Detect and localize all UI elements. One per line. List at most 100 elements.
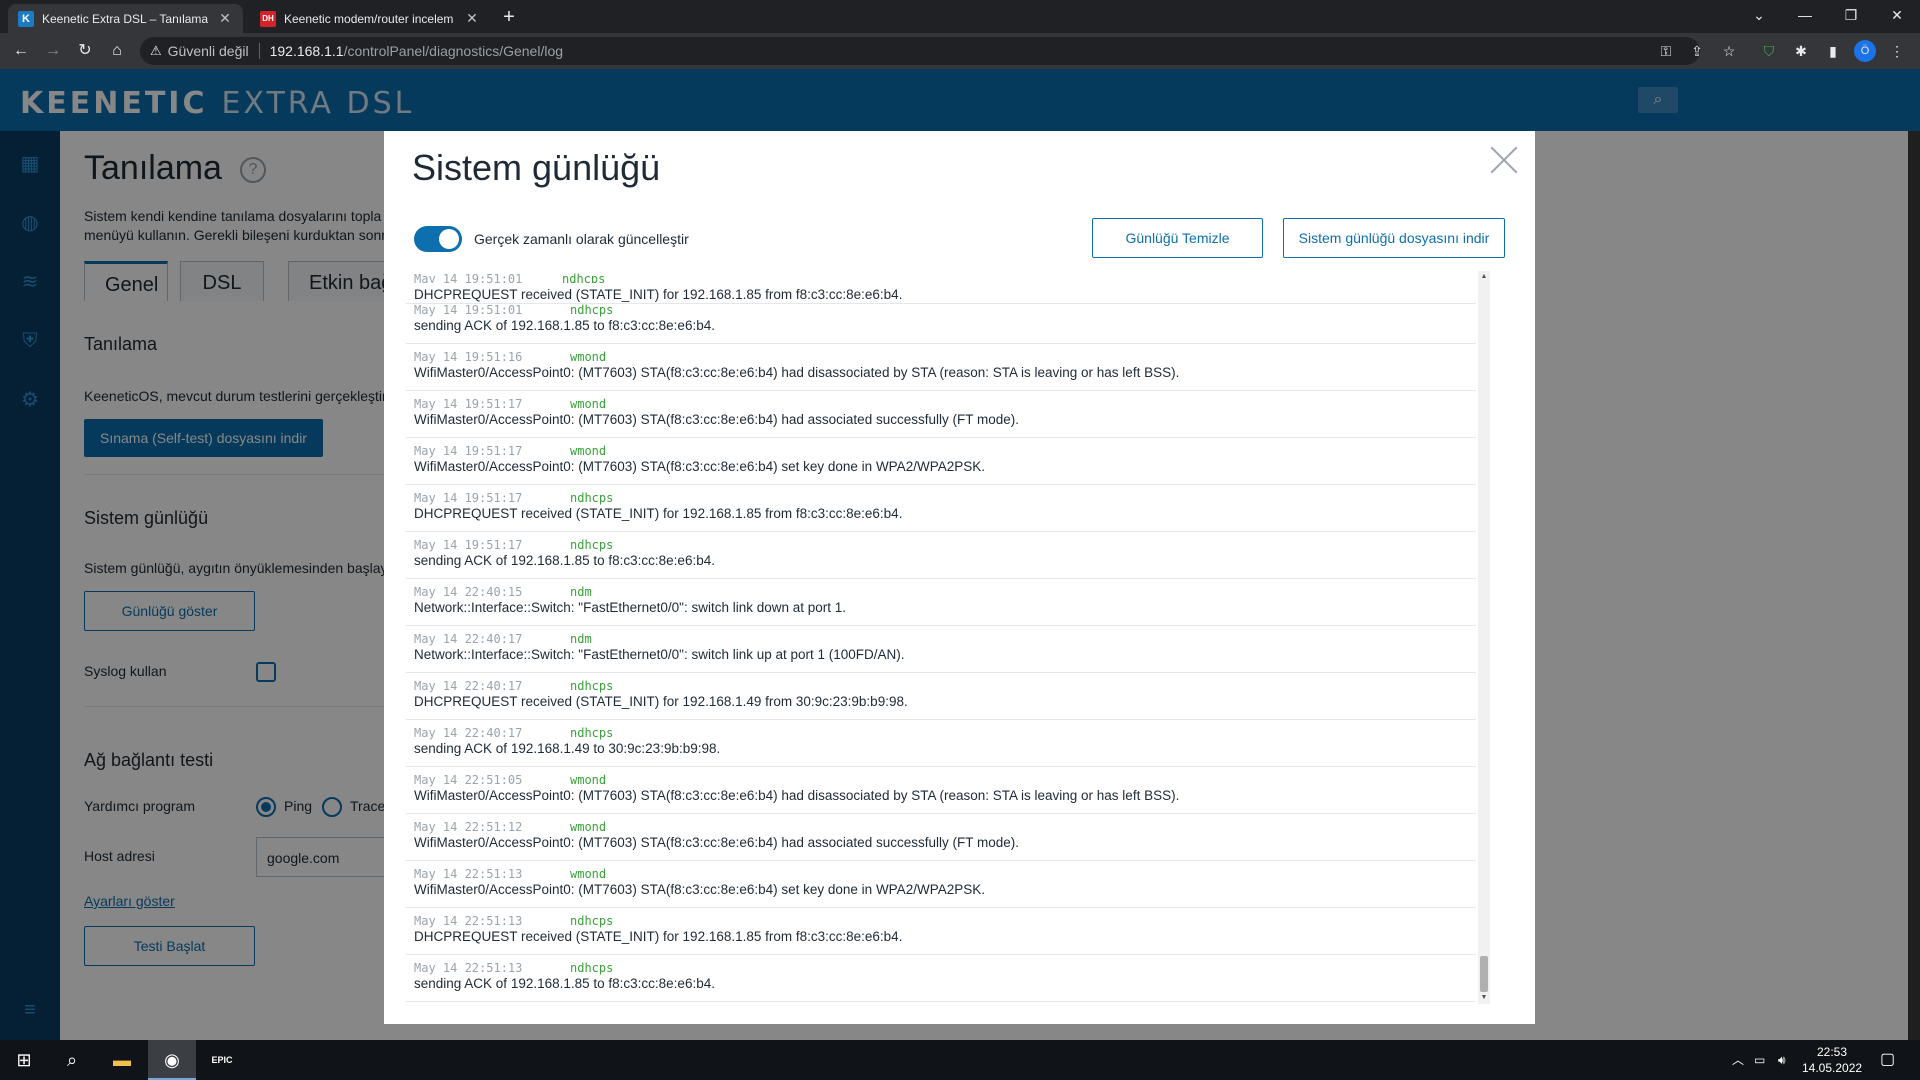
log-time: May 14 22:40:17 [414, 726, 523, 740]
log-time: May 14 22:40:17 [414, 632, 523, 646]
system-clock[interactable]: 22:53 14.05.2022 [1802, 1044, 1862, 1076]
epic-games-icon[interactable]: EPIC [198, 1040, 246, 1080]
extensions-puzzle-icon[interactable]: ✱ [1790, 40, 1812, 62]
log-time: May 14 22:51:13 [414, 914, 523, 928]
log-meta [414, 271, 1476, 283]
close-window-icon[interactable]: ✕ [1874, 0, 1920, 33]
log-time: May 14 19:51:17 [414, 397, 523, 411]
log-process: ndhcps [570, 538, 614, 552]
network-icon[interactable]: ▭ [1754, 1040, 1765, 1080]
tab-keenetic-diagnostics[interactable]: K Keenetic Extra DSL – Tanılama ✕ [8, 4, 243, 33]
realtime-update-toggle[interactable] [414, 226, 462, 252]
profile-avatar[interactable]: Ö [1854, 40, 1876, 62]
menu-kebab-icon[interactable]: ⋮ [1886, 40, 1908, 62]
log-process: ndm [570, 632, 592, 646]
log-entry: May 14 22:40:17 ndhcps sending ACK of 192.… [406, 720, 1476, 767]
windows-taskbar: ⊞ ⌕ ▬ ◉ EPIC ︿ ▭ 🔊︎ 22:53 14.05.2022 ▢ [0, 1040, 1920, 1080]
browser-tab-strip: K Keenetic Extra DSL – Tanılama ✕ DH Kee… [0, 0, 1920, 33]
close-tab-icon[interactable]: ✕ [464, 10, 480, 27]
log-process: ndm [570, 585, 592, 599]
close-tab-icon[interactable]: ✕ [217, 10, 233, 27]
log-entry: May 14 22:51:13 ndhcps DHCPREQUEST receive… [406, 908, 1476, 955]
restore-icon[interactable]: ❐ [1828, 0, 1874, 33]
tab-keenetic-review[interactable]: DH Keenetic modem/router incelem ✕ [250, 4, 490, 33]
log-meta: May 14 22:51:12 wmond [414, 814, 1476, 834]
log-scrollbar-thumb[interactable] [1480, 956, 1488, 992]
volume-icon[interactable]: 🔊︎ [1778, 1040, 1786, 1080]
log-time: May 14 22:51:05 [414, 773, 523, 787]
log-process: wmond [570, 820, 607, 834]
chrome-icon[interactable]: ◉ [148, 1040, 196, 1080]
share-icon[interactable]: ⇪ [1686, 40, 1708, 62]
log-entry: May 14 22:40:17 ndhcps DHCPREQUEST receive… [406, 673, 1476, 720]
shield-extension-icon[interactable]: ⛉ [1758, 40, 1780, 62]
log-process: wmond [570, 444, 607, 458]
back-icon[interactable]: ← [8, 38, 34, 64]
warning-icon[interactable]: ⚠ [150, 43, 162, 59]
close-icon[interactable] [1489, 145, 1519, 175]
search-icon[interactable]: ⌕ [48, 1040, 96, 1080]
log-meta: May 14 19:51:01 ndhcps [414, 297, 1476, 317]
log-entry: May 14 22:51:13 ndhcps sending ACK of 192.… [406, 955, 1476, 1002]
log-time: May 14 22:40:15 [414, 585, 523, 599]
browser-toolbar: ← → ↻ ⌂ ⚠ Güvenli değil 192.168.1.1 /con… [0, 33, 1920, 69]
bookmark-star-icon[interactable]: ☆ [1718, 40, 1740, 62]
donanimhaber-favicon-icon: DH [260, 10, 276, 27]
forward-icon[interactable]: → [40, 38, 66, 64]
log-meta: May 14 22:40:15 ndm [414, 579, 1476, 599]
security-label[interactable]: Güvenli değil [168, 43, 249, 59]
log-meta: May 14 19:51:17 ndhcps [414, 532, 1476, 552]
log-process: ndhcps [570, 303, 614, 317]
keenetic-favicon-icon: K [18, 10, 34, 27]
log-scrollbar-track[interactable] [1478, 271, 1490, 1004]
log-list[interactable]: May 14 19:51:01 ndhcps DHCPREQUEST recei… [406, 271, 1490, 1004]
windows-start-icon[interactable]: ⊞ [0, 1040, 48, 1080]
home-icon[interactable]: ⌂ [104, 38, 130, 64]
log-process: wmond [570, 773, 607, 787]
key-icon[interactable]: ⚿ [1655, 40, 1677, 62]
reload-icon[interactable]: ↻ [72, 38, 98, 64]
log-entry: May 14 22:40:17 ndm Network::Interface::Sw… [406, 626, 1476, 673]
download-log-button[interactable]: Sistem günlüğü dosyasını indir [1283, 218, 1505, 258]
log-meta: May 14 22:51:13 ndhcps [414, 955, 1476, 975]
log-entry: May 14 19:51:16 wmond WifiMaster0/AccessPo… [406, 344, 1476, 391]
log-meta: May 14 22:40:17 ndm [414, 626, 1476, 646]
log-time: May 14 22:51:13 [414, 961, 523, 975]
log-time: May 14 22:40:17 [414, 679, 523, 693]
tab-search-icon[interactable]: ⌄ [1736, 0, 1782, 33]
realtime-update-label: Gerçek zamanlı olarak güncelleştir [474, 231, 689, 247]
log-process: ndhcps [570, 914, 614, 928]
minimize-icon[interactable]: — [1782, 0, 1828, 33]
log-process: wmond [570, 350, 607, 364]
side-panel-icon[interactable]: ▮ [1822, 40, 1844, 62]
file-explorer-icon[interactable]: ▬ [98, 1040, 146, 1080]
notifications-icon[interactable]: ▢ [1880, 1040, 1895, 1080]
tab-title: Keenetic Extra DSL – Tanılama [42, 11, 209, 26]
url-path: /controlPanel/diagnostics/Genel/log [343, 43, 564, 59]
log-process: wmond [570, 397, 607, 411]
log-time: May 14 22:51:13 [414, 867, 523, 881]
log-time: May 14 19:51:01 [414, 303, 523, 317]
new-tab-icon[interactable]: + [498, 6, 520, 28]
log-entry: May 14 22:51:12 wmond WifiMaster0/AccessPo… [406, 814, 1476, 861]
scroll-up-icon[interactable]: ▲ [1478, 271, 1490, 283]
tray-chevron-icon[interactable]: ︿ [1732, 1040, 1744, 1080]
log-meta: May 14 22:51:05 wmond [414, 767, 1476, 787]
clear-log-button[interactable]: Günlüğü Temizle [1092, 218, 1263, 258]
log-process: wmond [570, 867, 607, 881]
log-entry: May 14 19:51:17 ndhcps sending ACK of 192.… [406, 532, 1476, 579]
scroll-down-icon[interactable]: ▼ [1478, 992, 1490, 1004]
log-entry: May 14 19:51:17 wmond WifiMaster0/AccessPo… [406, 391, 1476, 438]
log-time: May 14 19:51:17 [414, 491, 523, 505]
log-meta: May 14 19:51:17 ndhcps [414, 485, 1476, 505]
log-entry: May 14 19:51:17 wmond WifiMaster0/AccessPo… [406, 438, 1476, 485]
address-bar[interactable]: ⚠ Güvenli değil 192.168.1.1 /controlPane… [140, 37, 1700, 65]
clock-date: 14.05.2022 [1802, 1061, 1863, 1075]
log-entry: May 14 19:51:17 ndhcps DHCPREQUEST receive… [406, 485, 1476, 532]
log-process: ndhcps [570, 491, 614, 505]
log-process: ndhcps [570, 726, 614, 740]
log-meta: May 14 19:51:16 wmond [414, 344, 1476, 364]
log-process: ndhcps [570, 679, 614, 693]
log-entry: May 14 22:51:13 wmond WifiMaster0/AccessPo… [406, 861, 1476, 908]
log-time: May 14 19:51:17 [414, 538, 523, 552]
